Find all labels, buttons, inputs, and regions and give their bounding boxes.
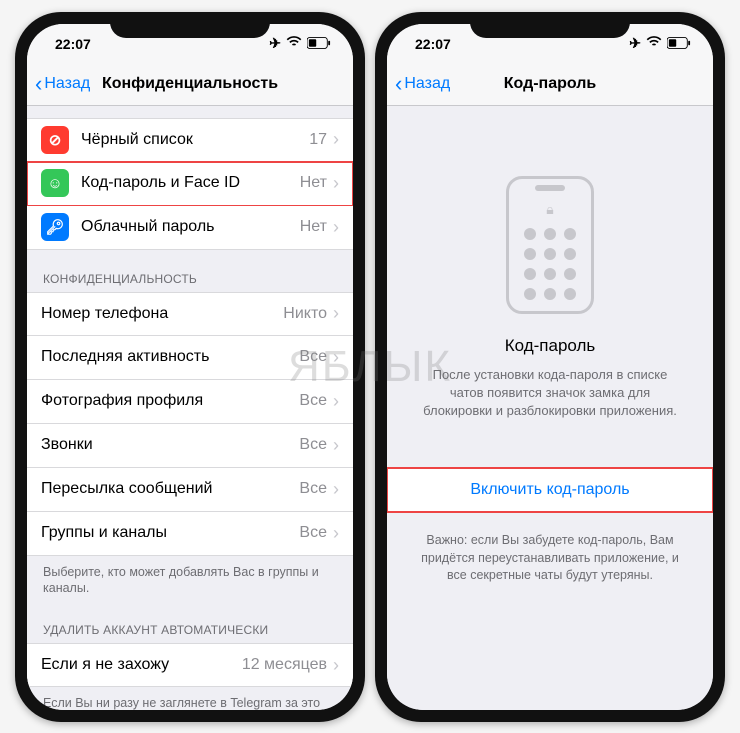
chevron-right-icon: › (333, 129, 339, 150)
airplane-icon: ✈︎ (269, 35, 281, 52)
chevron-right-icon: › (333, 435, 339, 456)
enable-passcode-label: Включить код-пароль (470, 481, 629, 499)
cell-value: Нет (300, 218, 327, 236)
enable-passcode-group: Включить код-пароль (387, 468, 713, 512)
back-label: Назад (404, 75, 450, 93)
content[interactable]: ⊘ Чёрный список 17 › ☺︎ Код-пароль и Fac… (27, 106, 353, 710)
cell-label: Группы и каналы (41, 524, 299, 542)
delete-group: УДАЛИТЬ АККАУНТ АВТОМАТИЧЕСКИ Если я не … (27, 617, 353, 709)
battery-icon (667, 36, 691, 52)
cell-label: Код-пароль и Face ID (81, 174, 300, 192)
cloud-password-row[interactable]: 🔑︎ Облачный пароль Нет › (27, 206, 353, 250)
faceid-icon: ☺︎ (41, 169, 69, 197)
battery-icon (307, 36, 331, 52)
status-time: 22:07 (415, 36, 451, 52)
back-button[interactable]: ‹ Назад (35, 73, 90, 95)
block-icon: ⊘ (41, 126, 69, 154)
nav-bar: ‹ Назад Код-пароль (387, 64, 713, 106)
cell-label: Пересылка сообщений (41, 480, 299, 498)
phone-left: 22:07 ✈︎ ‹ Назад Конфиденциальность ⊘ (15, 12, 365, 722)
status-icons: ✈︎ (269, 33, 331, 54)
cell-value: Все (299, 524, 327, 542)
cell-label: Номер телефона (41, 305, 283, 323)
chevron-right-icon: › (333, 655, 339, 676)
cell-value: Все (299, 392, 327, 410)
cell-value: Нет (300, 174, 327, 192)
calls-row[interactable]: Звонки Все › (27, 424, 353, 468)
passcode-faceid-row[interactable]: ☺︎ Код-пароль и Face ID Нет › (27, 162, 353, 206)
delete-header: УДАЛИТЬ АККАУНТ АВТОМАТИЧЕСКИ (27, 617, 353, 643)
chevron-left-icon: ‹ (35, 73, 42, 95)
lock-icon: 🔒︎ (546, 201, 553, 218)
privacy-group: КОНФИДЕНЦИАЛЬНОСТЬ Номер телефона Никто … (27, 266, 353, 602)
chevron-right-icon: › (333, 217, 339, 238)
delete-if-away-row[interactable]: Если я не захожу 12 месяцев › (27, 643, 353, 687)
phone-number-row[interactable]: Номер телефона Никто › (27, 292, 353, 336)
back-button[interactable]: ‹ Назад (395, 73, 450, 95)
phone-right: 22:07 ✈︎ ‹ Назад Код-пароль (375, 12, 725, 722)
cell-value: 17 (309, 131, 327, 149)
page-title: Конфиденциальность (102, 75, 278, 93)
privacy-header: КОНФИДЕНЦИАЛЬНОСТЬ (27, 266, 353, 292)
airplane-icon: ✈︎ (629, 35, 641, 52)
chevron-right-icon: › (333, 173, 339, 194)
important-note: Важно: если Вы забудете код-пароль, Вам … (387, 512, 713, 605)
profile-photo-row[interactable]: Фотография профиля Все › (27, 380, 353, 424)
notch (470, 12, 630, 38)
blacklist-row[interactable]: ⊘ Чёрный список 17 › (27, 118, 353, 162)
cell-value: 12 месяцев (242, 656, 327, 674)
forwarding-row[interactable]: Пересылка сообщений Все › (27, 468, 353, 512)
cell-label: Чёрный список (81, 131, 309, 149)
cell-label: Если я не захожу (41, 656, 242, 674)
cell-value: Все (299, 436, 327, 454)
notch (110, 12, 270, 38)
chevron-right-icon: › (333, 391, 339, 412)
key-icon: 🔑︎ (41, 213, 69, 241)
screen-right: 22:07 ✈︎ ‹ Назад Код-пароль (387, 24, 713, 710)
status-icons: ✈︎ (629, 33, 691, 54)
status-time: 22:07 (55, 36, 91, 52)
cell-value: Все (299, 348, 327, 366)
hero-title: Код-пароль (505, 336, 596, 356)
cell-label: Фотография профиля (41, 392, 299, 410)
back-label: Назад (44, 75, 90, 93)
chevron-right-icon: › (333, 523, 339, 544)
wifi-icon (285, 33, 303, 54)
cell-label: Последняя активность (41, 348, 299, 366)
hero-text: После установки кода-пароля в списке чат… (417, 366, 683, 421)
cell-label: Облачный пароль (81, 218, 300, 236)
page-title: Код-пароль (504, 75, 597, 93)
wifi-icon (645, 33, 663, 54)
chevron-right-icon: › (333, 303, 339, 324)
cell-value: Все (299, 480, 327, 498)
last-seen-row[interactable]: Последняя активность Все › (27, 336, 353, 380)
nav-bar: ‹ Назад Конфиденциальность (27, 64, 353, 106)
cell-value: Никто (283, 305, 327, 323)
chevron-right-icon: › (333, 347, 339, 368)
groups-footer: Выберите, кто может добавлять Вас в груп… (27, 556, 353, 602)
security-group: ⊘ Чёрный список 17 › ☺︎ Код-пароль и Fac… (27, 118, 353, 250)
chevron-right-icon: › (333, 479, 339, 500)
groups-channels-row[interactable]: Группы и каналы Все › (27, 512, 353, 556)
screen-left: 22:07 ✈︎ ‹ Назад Конфиденциальность ⊘ (27, 24, 353, 710)
cell-label: Звонки (41, 436, 299, 454)
passcode-phone-glyph: 🔒︎ (506, 176, 594, 314)
passcode-hero: 🔒︎ Код-пароль После установки кода-парол… (387, 106, 713, 451)
enable-passcode-button[interactable]: Включить код-пароль (387, 468, 713, 512)
delete-footer: Если Вы ни разу не заглянете в Telegram … (27, 687, 353, 709)
chevron-left-icon: ‹ (395, 73, 402, 95)
content[interactable]: 🔒︎ Код-пароль После установки кода-парол… (387, 106, 713, 710)
